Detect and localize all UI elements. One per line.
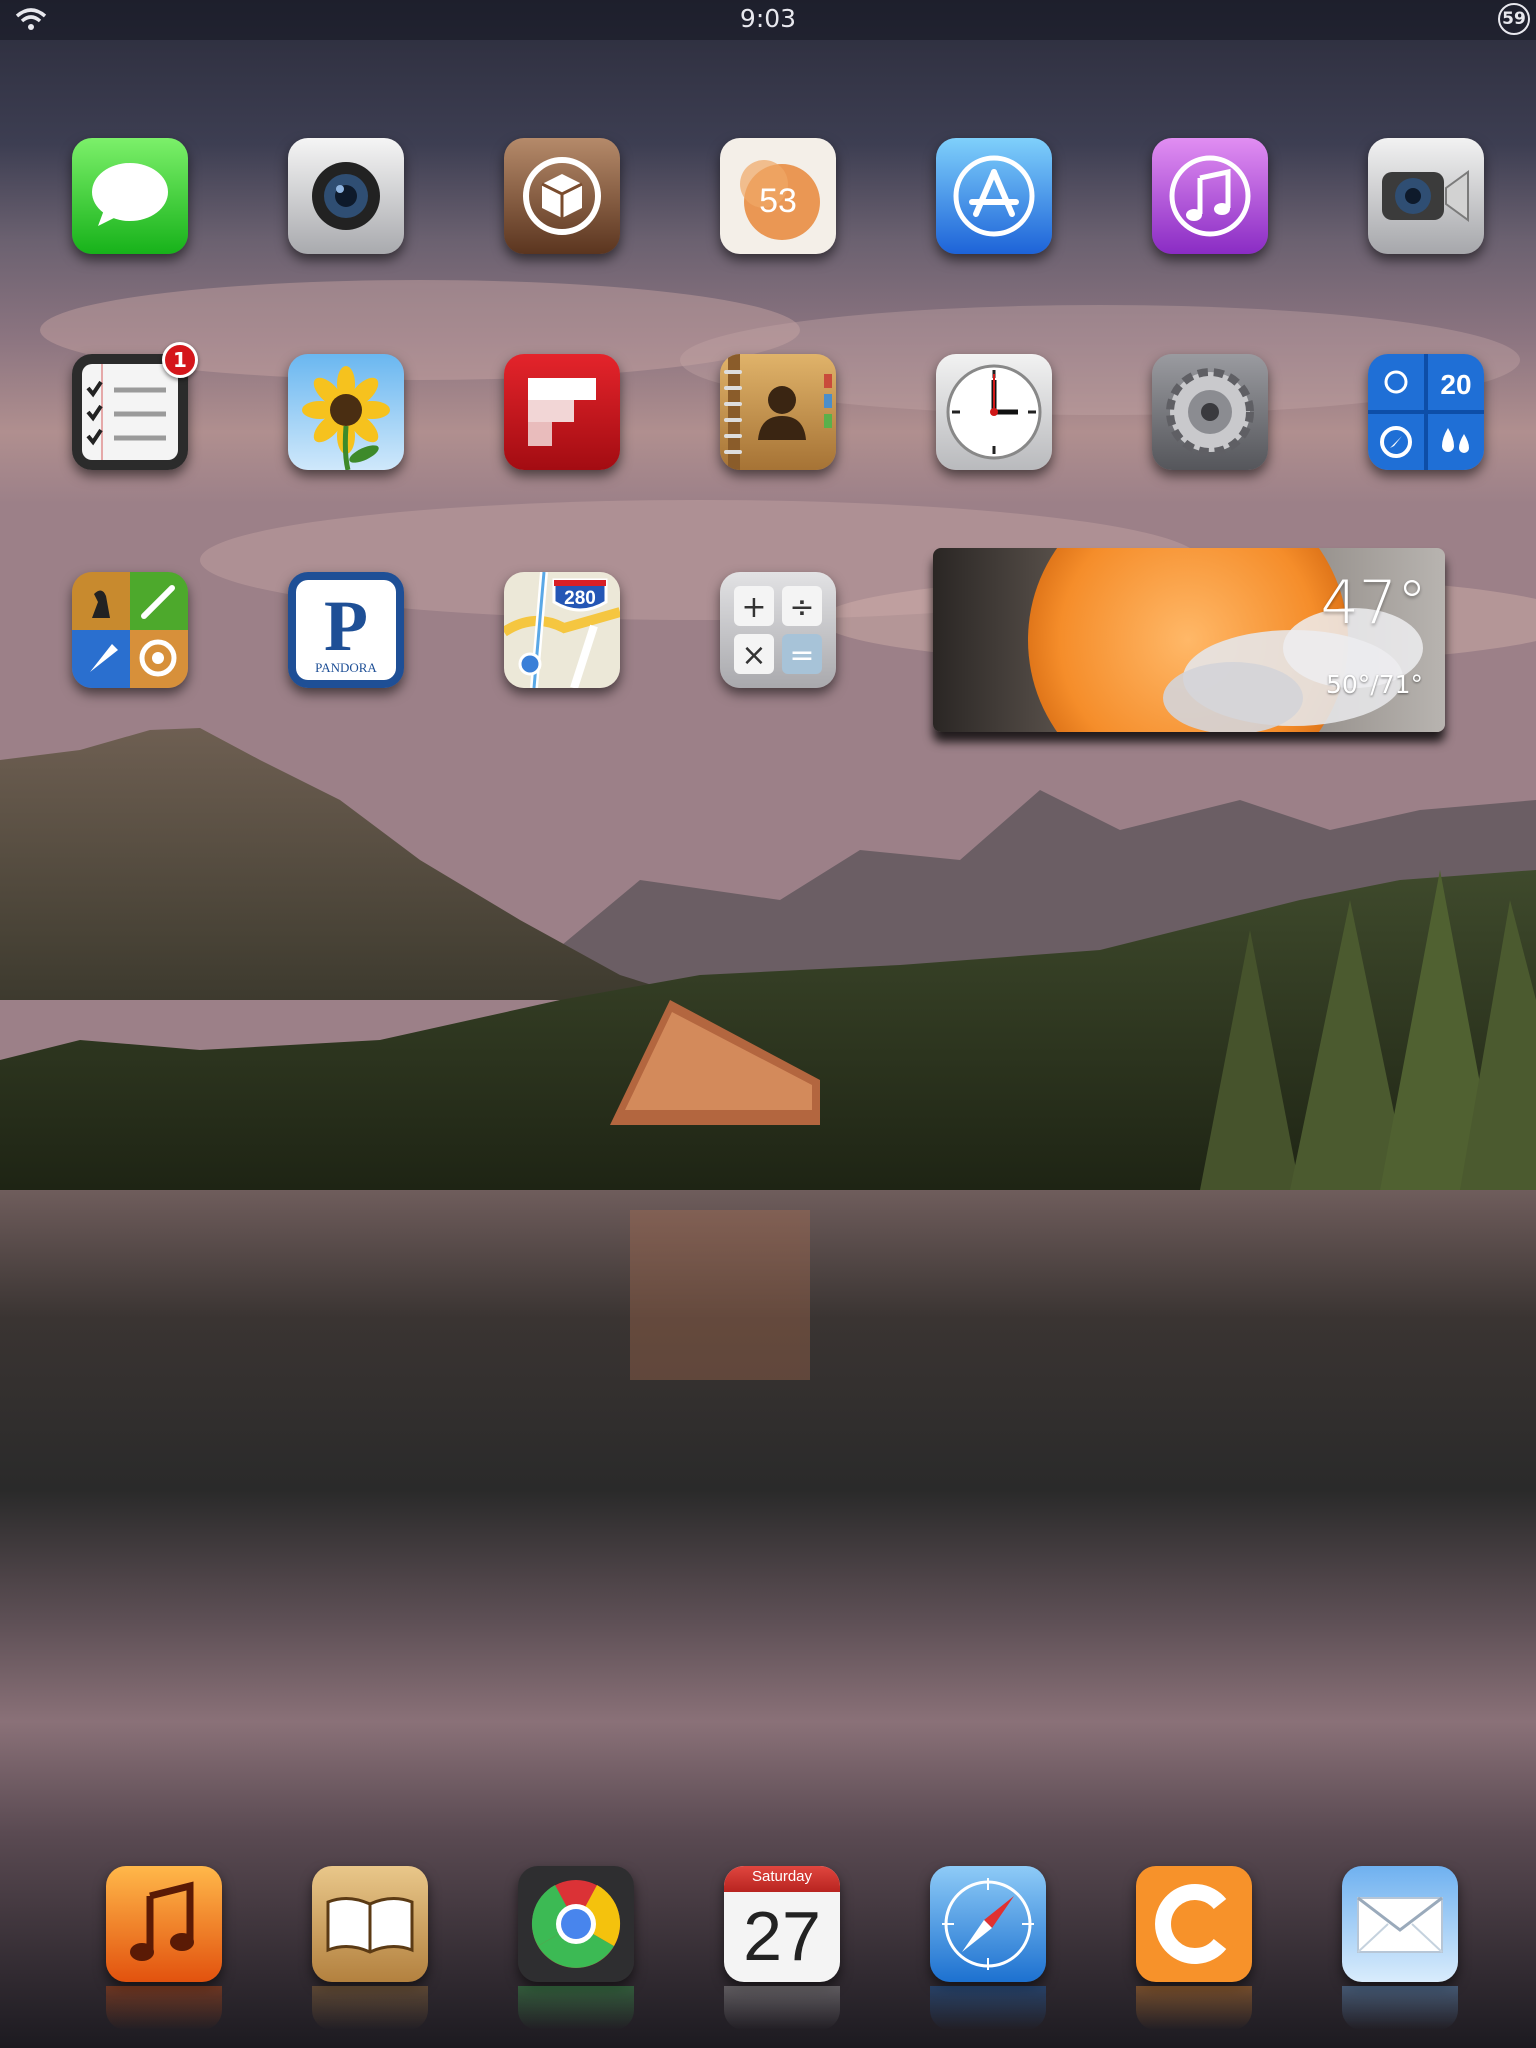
- mail-app-icon[interactable]: [1342, 1866, 1458, 1982]
- wallpaper: [0, 0, 1536, 2048]
- weather-app-tile[interactable]: 20: [1368, 354, 1484, 470]
- facetime-icon: [1368, 138, 1484, 254]
- photos-app-icon[interactable]: [288, 354, 404, 470]
- pandora-app-icon[interactable]: P PANDORA: [288, 572, 404, 688]
- chrome-reflection: [518, 1986, 634, 2030]
- cloud-app-icon-tile[interactable]: [1136, 1866, 1252, 1982]
- calendar-weekday: Saturday: [751, 1868, 813, 1885]
- music-app-icon[interactable]: [106, 1866, 222, 1982]
- contacts-icon: [720, 354, 836, 470]
- calendar-day: 27: [743, 1897, 821, 1975]
- calculator-app-icon[interactable]: + ÷ × =: [720, 572, 836, 688]
- pandora-icon: P PANDORA: [288, 572, 404, 688]
- chrome-icon: [518, 1866, 634, 1982]
- weather-app-icon: 20: [1368, 354, 1484, 470]
- safari-icon: [930, 1866, 1046, 1982]
- app-store-app-icon[interactable]: [936, 138, 1052, 254]
- safari-reflection: [930, 1986, 1046, 2030]
- flipboard-app-icon[interactable]: [504, 354, 620, 470]
- app-store-icon: [936, 138, 1052, 254]
- safari-app-icon[interactable]: [930, 1866, 1046, 1982]
- paper-icon: 53: [720, 138, 836, 254]
- itunes-app-icon[interactable]: [1152, 138, 1268, 254]
- calculator-icon: + ÷ × =: [720, 572, 836, 688]
- svg-text:×: ×: [741, 638, 766, 673]
- clock-app-icon[interactable]: [936, 354, 1052, 470]
- paper-app-icon[interactable]: 53: [720, 138, 836, 254]
- weather-range: 50°/71°: [1325, 670, 1423, 699]
- game-center-app-icon[interactable]: [72, 572, 188, 688]
- camera-app-icon[interactable]: [288, 138, 404, 254]
- ibooks-reflection: [312, 1986, 428, 2030]
- paper-label: 53: [759, 182, 797, 220]
- maps-icon: 280: [504, 572, 620, 688]
- cloud-app-reflection: [1136, 1986, 1252, 2030]
- svg-text:P: P: [324, 586, 368, 666]
- photos-icon: [288, 354, 404, 470]
- messages-icon: [72, 138, 188, 254]
- status-bar: 9:03 59: [0, 0, 1536, 40]
- svg-text:+: +: [741, 590, 766, 625]
- calendar-reflection: [724, 1986, 840, 2030]
- weather-app-label: 20: [1440, 369, 1471, 400]
- settings-icon: [1152, 354, 1268, 470]
- flipboard-icon: [504, 354, 620, 470]
- ibooks-app-icon[interactable]: [312, 1866, 428, 1982]
- status-time: 9:03: [739, 4, 797, 33]
- clock-icon: [936, 354, 1052, 470]
- contacts-app-icon[interactable]: [720, 354, 836, 470]
- maps-shield-label: 280: [564, 588, 596, 609]
- mail-icon: [1342, 1866, 1458, 1982]
- facetime-app-icon[interactable]: [1368, 138, 1484, 254]
- ibooks-icon: [312, 1866, 428, 1982]
- svg-text:=: =: [789, 638, 814, 673]
- maps-app-icon[interactable]: 280: [504, 572, 620, 688]
- battery-level-badge: 59: [1498, 3, 1530, 35]
- svg-text:÷: ÷: [789, 590, 814, 625]
- weather-temperature: 47°: [1320, 568, 1427, 638]
- chrome-app-icon[interactable]: [518, 1866, 634, 1982]
- cydia-app-icon[interactable]: [504, 138, 620, 254]
- cloud-app-icon: [1136, 1866, 1252, 1982]
- settings-app-icon[interactable]: [1152, 354, 1268, 470]
- weather-widget[interactable]: 47° 50°/71°: [933, 548, 1445, 732]
- cydia-icon: [504, 138, 620, 254]
- camera-icon: [288, 138, 404, 254]
- calendar-app-icon[interactable]: Saturday 27: [724, 1866, 840, 1982]
- music-reflection: [106, 1986, 222, 2030]
- mail-reflection: [1342, 1986, 1458, 2030]
- messages-app-icon[interactable]: [72, 138, 188, 254]
- itunes-icon: [1152, 138, 1268, 254]
- reminders-badge: 1: [162, 342, 198, 378]
- game-center-icon: [72, 572, 188, 688]
- pandora-label: PANDORA: [315, 660, 377, 675]
- music-icon: [106, 1866, 222, 1982]
